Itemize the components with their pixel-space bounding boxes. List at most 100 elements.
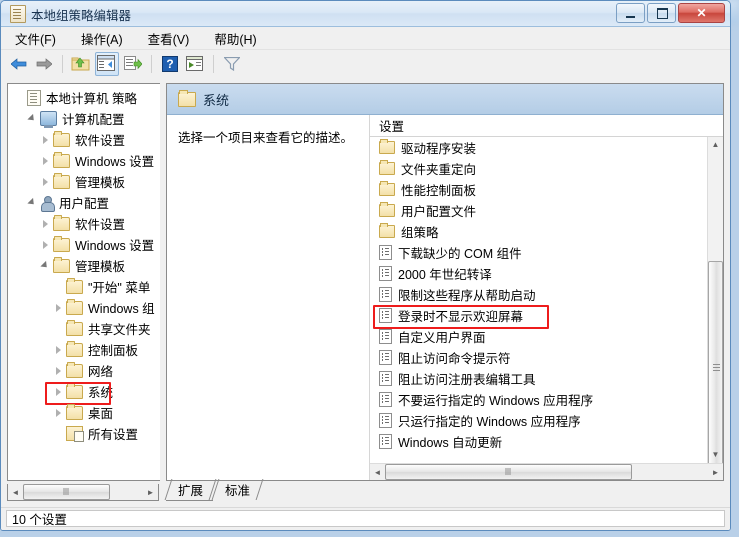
- list-column-header[interactable]: 设置: [370, 115, 723, 137]
- tree-item-14[interactable]: 系统: [8, 381, 160, 402]
- properties-button[interactable]: [184, 53, 206, 75]
- list-item-label: 登录时不显示欢迎屏幕: [398, 310, 524, 324]
- list-horizontal-scrollbar[interactable]: ◄ ►: [370, 463, 723, 480]
- tab-standard[interactable]: 标准: [211, 479, 264, 501]
- tree-item-6[interactable]: 软件设置: [8, 213, 160, 234]
- show-hide-console-tree-button[interactable]: [95, 51, 119, 76]
- list-item-label: 自定义用户界面: [398, 331, 486, 345]
- chevron-right-icon[interactable]: [53, 365, 64, 376]
- list-item[interactable]: 驱动程序安装: [370, 137, 707, 158]
- list-scroll-down-button[interactable]: ▼: [708, 447, 723, 463]
- folder-icon: [66, 340, 83, 357]
- list-item[interactable]: 登录时不显示欢迎屏幕: [370, 305, 707, 326]
- tree-scroll-thumb[interactable]: [23, 484, 110, 500]
- maximize-button[interactable]: [647, 3, 676, 23]
- back-button[interactable]: [8, 53, 30, 75]
- list-item-label: Windows 自动更新: [398, 436, 503, 450]
- folder-icon: [379, 202, 395, 217]
- policy-document-icon: [27, 89, 41, 106]
- tree-item-13[interactable]: 网络: [8, 360, 160, 381]
- chevron-down-icon[interactable]: [27, 197, 38, 208]
- tree-item-10[interactable]: Windows 组: [8, 297, 160, 318]
- chevron-right-icon[interactable]: [40, 218, 51, 229]
- list-item[interactable]: 2000 年世纪转译: [370, 263, 707, 284]
- tree-horizontal-scrollbar[interactable]: ◄ ►: [7, 484, 159, 501]
- chevron-down-icon[interactable]: [40, 260, 51, 271]
- list-item[interactable]: 下载缺少的 COM 组件: [370, 242, 707, 263]
- tree-item-11[interactable]: 共享文件夹: [8, 318, 160, 339]
- menu-help[interactable]: 帮助(H): [211, 27, 259, 50]
- back-icon: [11, 57, 27, 70]
- chevron-down-icon[interactable]: [27, 113, 38, 124]
- list-item[interactable]: 自定义用户界面: [370, 326, 707, 347]
- tree-item-3[interactable]: Windows 设置: [8, 150, 160, 171]
- tree-item-1[interactable]: 计算机配置: [8, 108, 160, 129]
- tree-item-label: Windows 组: [88, 302, 155, 316]
- list-item-label: 阻止访问注册表编辑工具: [398, 373, 536, 387]
- chevron-right-icon[interactable]: [40, 176, 51, 187]
- folder-icon: [66, 361, 83, 378]
- export-list-button[interactable]: [122, 53, 144, 75]
- tab-extended[interactable]: 扩展: [164, 479, 217, 501]
- tree-item-4[interactable]: 管理模板: [8, 171, 160, 192]
- tree-scroll-right-button[interactable]: ►: [143, 485, 158, 500]
- tree-item-15[interactable]: 桌面: [8, 402, 160, 423]
- tree-item-5[interactable]: 用户配置: [8, 192, 160, 213]
- chevron-right-icon[interactable]: [40, 134, 51, 145]
- tree-item-9[interactable]: "开始" 菜单: [8, 276, 160, 297]
- tree-item-label: 所有设置: [88, 428, 139, 442]
- forward-button[interactable]: [33, 53, 55, 75]
- list-item[interactable]: Windows 自动更新: [370, 431, 707, 452]
- tree-item-label: Windows 设置: [75, 239, 155, 253]
- list-item[interactable]: 阻止访问注册表编辑工具: [370, 368, 707, 389]
- chevron-right-icon[interactable]: [53, 386, 64, 397]
- folder-icon: [66, 277, 83, 294]
- help-button[interactable]: ?: [159, 53, 181, 75]
- chevron-right-icon[interactable]: [53, 302, 64, 313]
- scroll-grip-icon: [63, 488, 70, 495]
- list-item-label: 文件夹重定向: [401, 163, 477, 177]
- list-item[interactable]: 限制这些程序从帮助启动: [370, 284, 707, 305]
- menu-action[interactable]: 操作(A): [78, 27, 126, 50]
- list-scroll-left-button[interactable]: ◄: [370, 465, 385, 480]
- list-item[interactable]: 用户配置文件: [370, 200, 707, 221]
- policy-icon: [379, 350, 392, 365]
- tree-item-2[interactable]: 软件设置: [8, 129, 160, 150]
- list-item-label: 2000 年世纪转译: [398, 268, 492, 282]
- tree-item-label: 桌面: [88, 407, 114, 421]
- tree-item-8[interactable]: 管理模板: [8, 255, 160, 276]
- filter-button[interactable]: [221, 53, 243, 75]
- tree-item-7[interactable]: Windows 设置: [8, 234, 160, 255]
- list-item[interactable]: 只运行指定的 Windows 应用程序: [370, 410, 707, 431]
- tree-item-16[interactable]: 所有设置: [8, 423, 160, 444]
- chevron-right-icon[interactable]: [40, 239, 51, 250]
- chevron-right-icon[interactable]: [53, 344, 64, 355]
- list-item[interactable]: 文件夹重定向: [370, 158, 707, 179]
- list-item-label: 限制这些程序从帮助启动: [398, 289, 536, 303]
- list-scroll-up-button[interactable]: ▲: [708, 137, 723, 153]
- list-item[interactable]: 性能控制面板: [370, 179, 707, 200]
- list-hscroll-thumb[interactable]: [385, 464, 632, 480]
- tree-scroll-left-button[interactable]: ◄: [8, 485, 23, 500]
- close-button[interactable]: ✕: [678, 3, 725, 23]
- menu-file[interactable]: 文件(F): [12, 27, 59, 50]
- settings-list-column: 设置 驱动程序安装文件夹重定向性能控制面板 用户配置文件 组策略 下载缺少的 COM …: [370, 115, 723, 480]
- chevron-right-icon[interactable]: [40, 155, 51, 166]
- menu-view[interactable]: 查看(V): [145, 27, 193, 50]
- chevron-right-icon[interactable]: [53, 407, 64, 418]
- tree-item-label: "开始" 菜单: [88, 281, 151, 295]
- pane-header: 系统: [167, 84, 723, 115]
- tree-item-12[interactable]: 控制面板: [8, 339, 160, 360]
- list-item[interactable]: 组策略: [370, 221, 707, 242]
- list-item[interactable]: 阻止访问命令提示符: [370, 347, 707, 368]
- console-tree: 本地计算机 策略 计算机配置 软件设置 Windows 设置 管理模板 用户配置 软件设置 W…: [8, 87, 160, 480]
- console-tree-pane[interactable]: 本地计算机 策略 计算机配置 软件设置 Windows 设置 管理模板 用户配置 软件设置 W…: [7, 83, 160, 481]
- list-vertical-scrollbar[interactable]: ▲ ▼: [707, 137, 723, 475]
- list-item[interactable]: 不要运行指定的 Windows 应用程序: [370, 389, 707, 410]
- up-one-level-button[interactable]: [70, 53, 92, 75]
- list-scroll-thumb[interactable]: [708, 261, 723, 475]
- minimize-button[interactable]: [616, 3, 645, 23]
- tree-item-0[interactable]: 本地计算机 策略: [8, 87, 160, 108]
- list-scroll-right-button[interactable]: ►: [708, 465, 723, 480]
- content-area: 本地计算机 策略 计算机配置 软件设置 Windows 设置 管理模板 用户配置 软件设置 W…: [1, 77, 730, 508]
